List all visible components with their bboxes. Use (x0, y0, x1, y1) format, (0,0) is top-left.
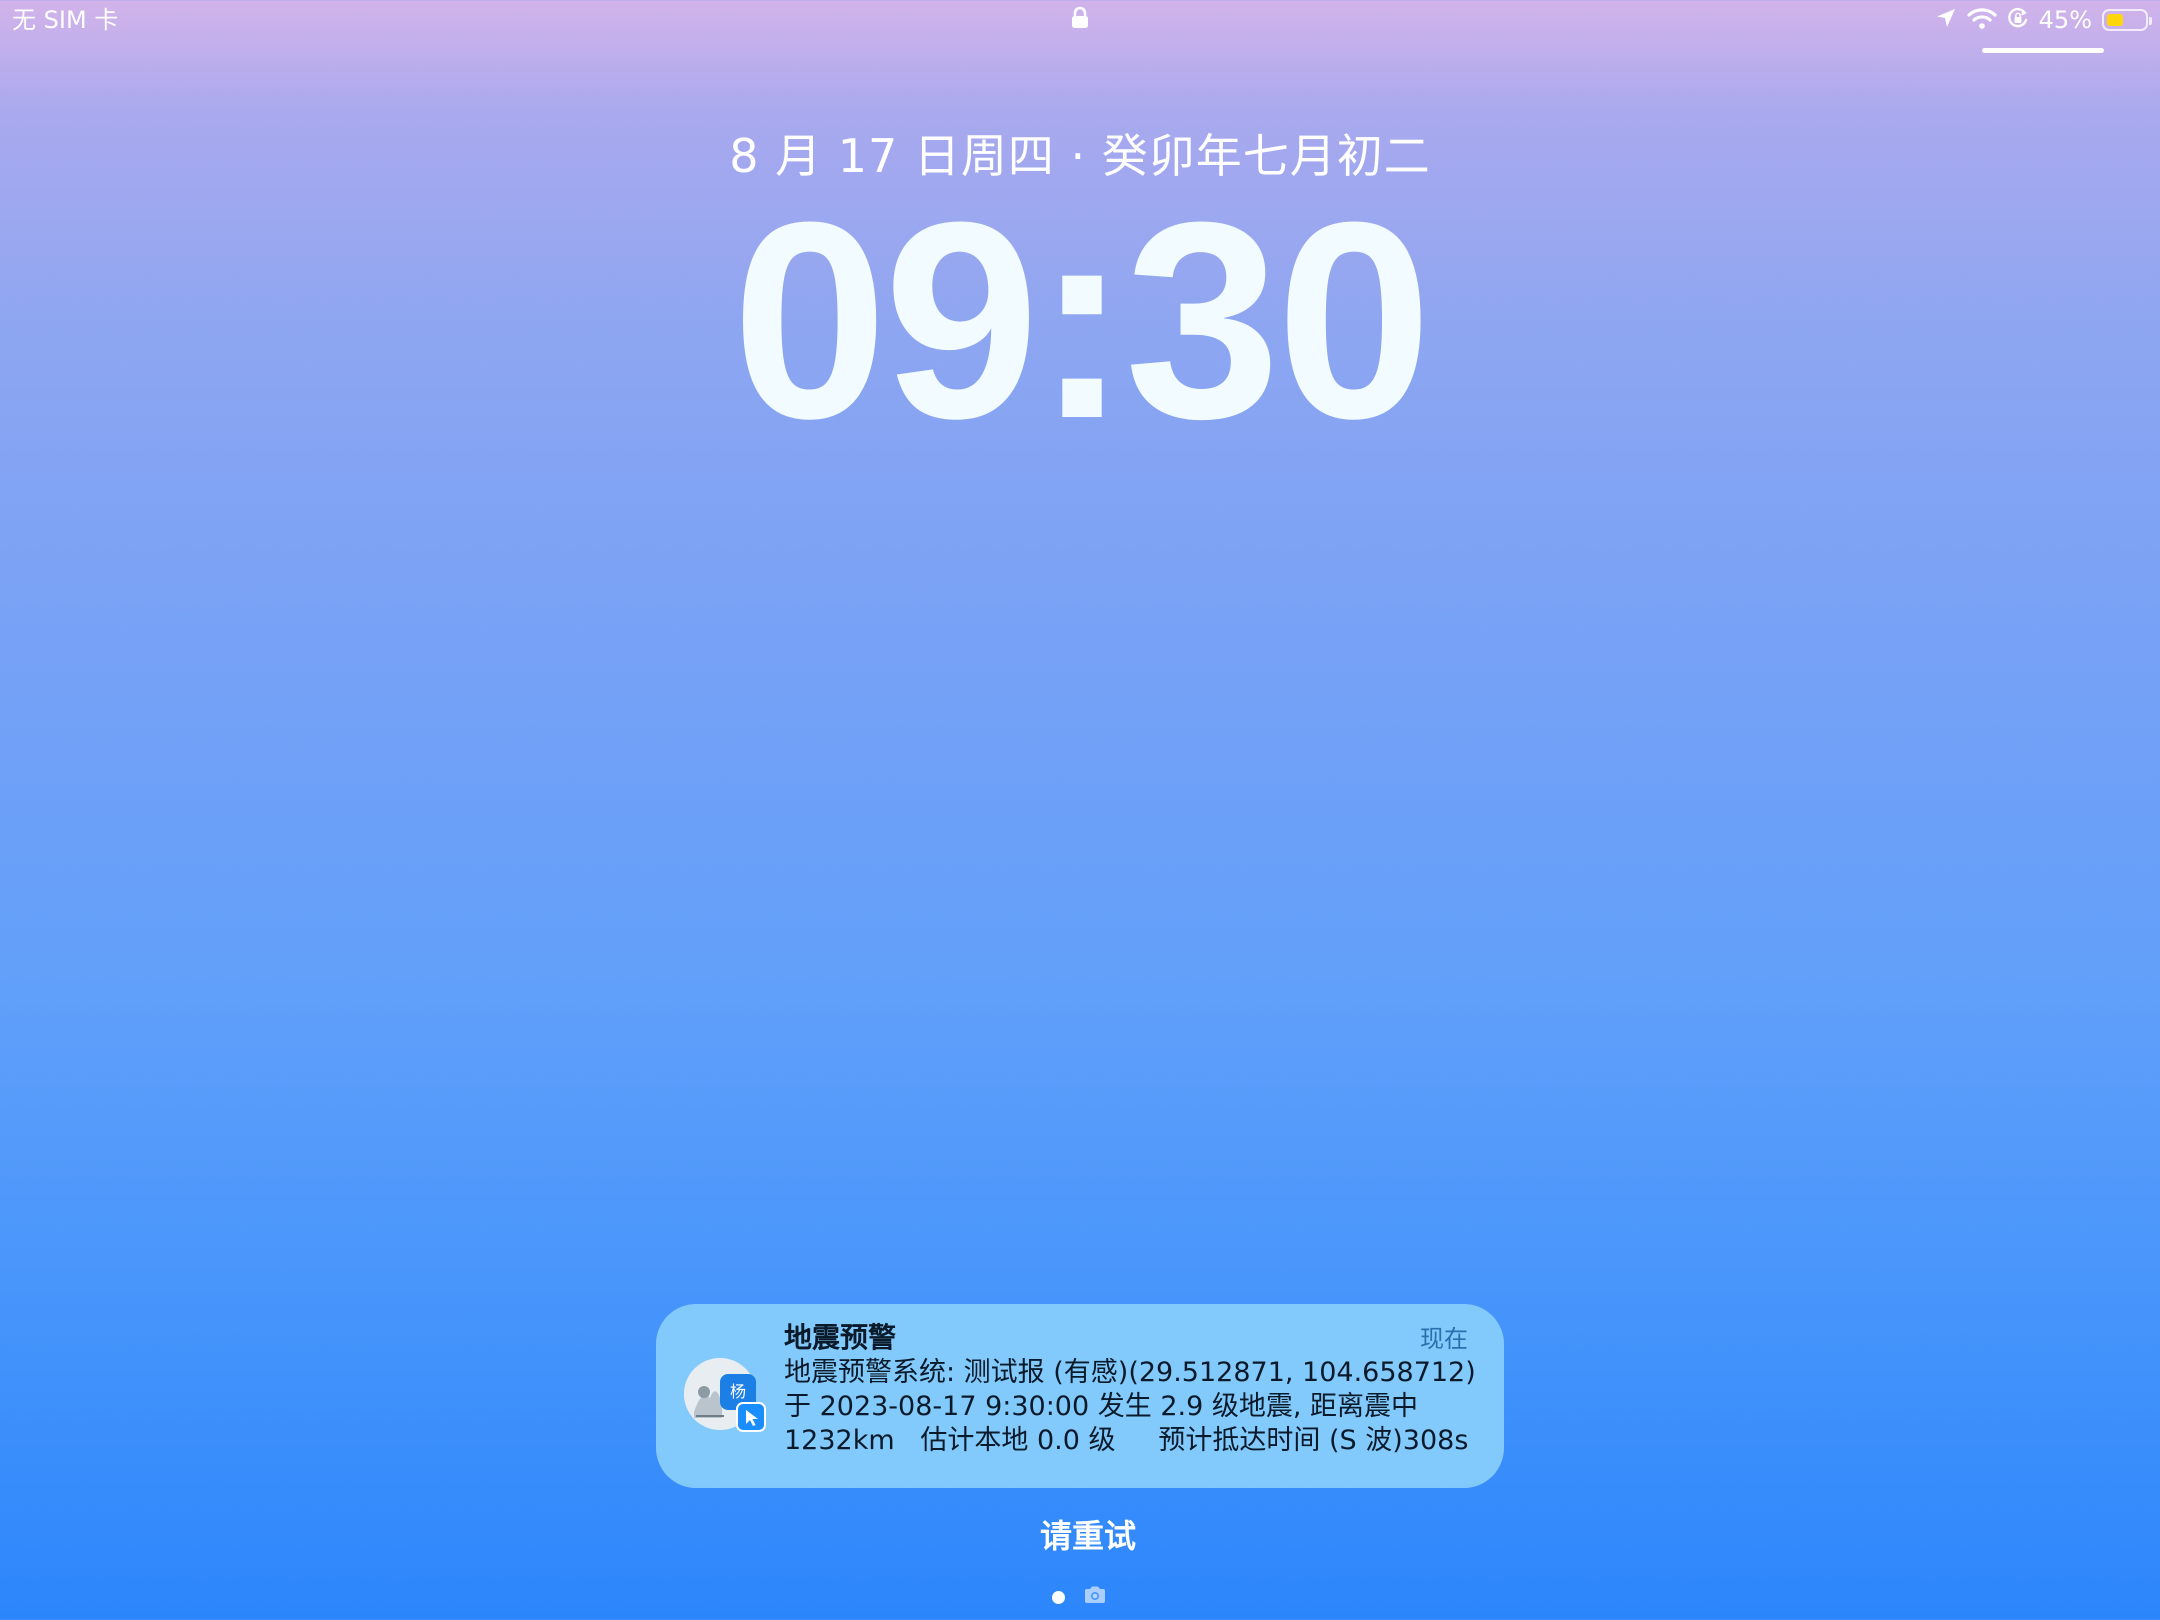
lockscreen-clock: 09:30 (731, 165, 1432, 477)
notification-body-line: 于 2023-08-17 9:30:00 发生 2.9 级地震, 距离震中 (784, 1391, 1419, 1422)
notification-card[interactable]: 杨 地震预警 现在 地震预警系统: 测试报 (有感)(29.512871, 10… (656, 1304, 1504, 1488)
battery-icon (2102, 9, 2152, 31)
battery-percent: 45% (2038, 6, 2092, 34)
lock-icon (1070, 6, 1090, 30)
battery-nub (2149, 17, 2152, 25)
notification-body: 地震预警系统: 测试报 (有感)(29.512871, 104.658712) … (784, 1356, 1476, 1458)
control-center-indicator[interactable] (1982, 48, 2104, 53)
page-dot[interactable] (1052, 1590, 1065, 1604)
notification-body-line: 地震预警系统: 测试报 (有感)(29.512871, 104.658712) (784, 1357, 1476, 1388)
camera-icon[interactable] (1083, 1585, 1107, 1609)
location-icon (1935, 7, 1957, 33)
notification-avatar: 杨 (684, 1358, 766, 1432)
app-icon (736, 1402, 766, 1432)
notification-title: 地震预警 (784, 1321, 897, 1354)
retry-prompt: 请重试 (1039, 1517, 1136, 1555)
battery-fill (2107, 14, 2123, 26)
notification-body-line: 1232km 估计本地 0.0 级 预计抵达时间 (S 波)308s (784, 1425, 1469, 1456)
status-icons: 45% (1935, 4, 2152, 36)
wifi-icon (1967, 7, 1997, 33)
page-indicator[interactable] (1052, 1586, 1107, 1608)
notification-time: 现在 (1420, 1325, 1468, 1353)
status-bar: 无 SIM 卡 45% (0, 0, 2160, 40)
orientation-lock-icon (2007, 7, 2029, 33)
carrier-label: 无 SIM 卡 (12, 6, 119, 34)
